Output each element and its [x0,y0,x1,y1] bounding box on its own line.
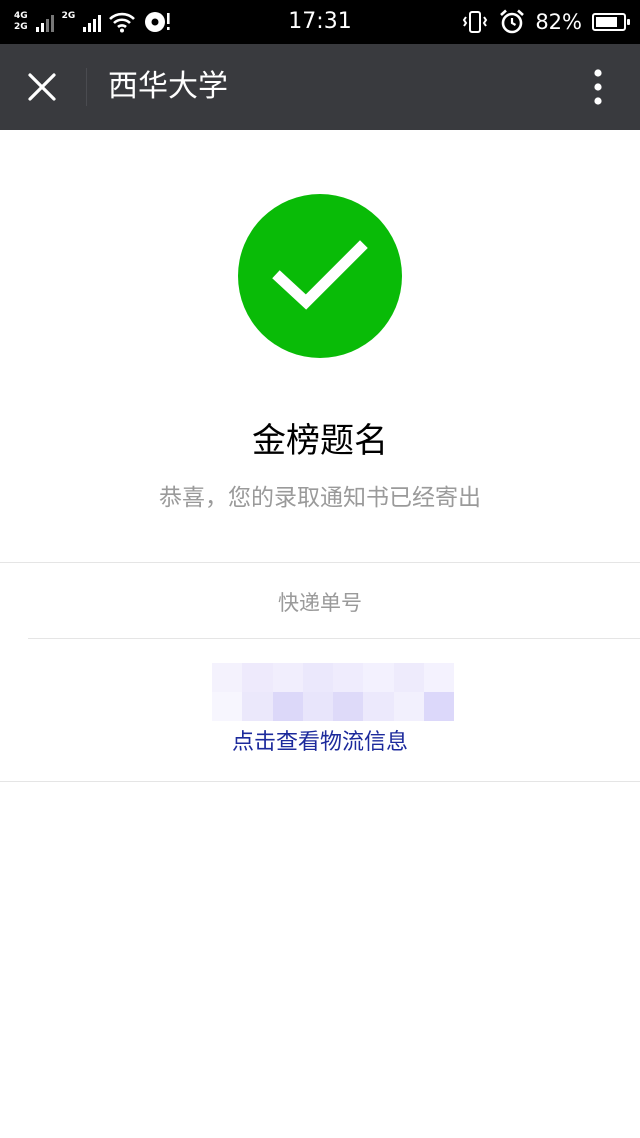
alarm-icon [500,9,525,34]
vibrate-icon [463,11,488,33]
more-options-button[interactable] [576,65,620,109]
tracking-divider [28,638,640,639]
view-logistics-link[interactable]: 点击查看物流信息 [0,728,640,758]
status-right-group: 82% [461,6,630,38]
section-divider-top [0,562,640,563]
battery-percent: 82% [535,10,582,34]
message-description: 恭喜，您的录取通知书已经寄出 [159,485,481,511]
success-icon-circle [238,194,402,358]
close-icon [28,73,56,101]
section-divider-bottom [0,781,640,782]
tracking-number-redacted [212,663,454,721]
close-button[interactable] [20,65,64,109]
battery-icon [592,13,630,31]
header-divider [86,68,87,106]
page-title: 西华大学 [108,69,228,104]
message-title: 金榜题名 [252,421,388,461]
app-header: 西华大学 [0,44,640,130]
status-bar: 4G 2G 2G 17:31 82% [0,0,640,44]
more-vertical-icon [594,69,602,105]
battery-fill [596,17,618,27]
tracking-number-label: 快递单号 [278,591,362,615]
check-icon [272,240,368,310]
